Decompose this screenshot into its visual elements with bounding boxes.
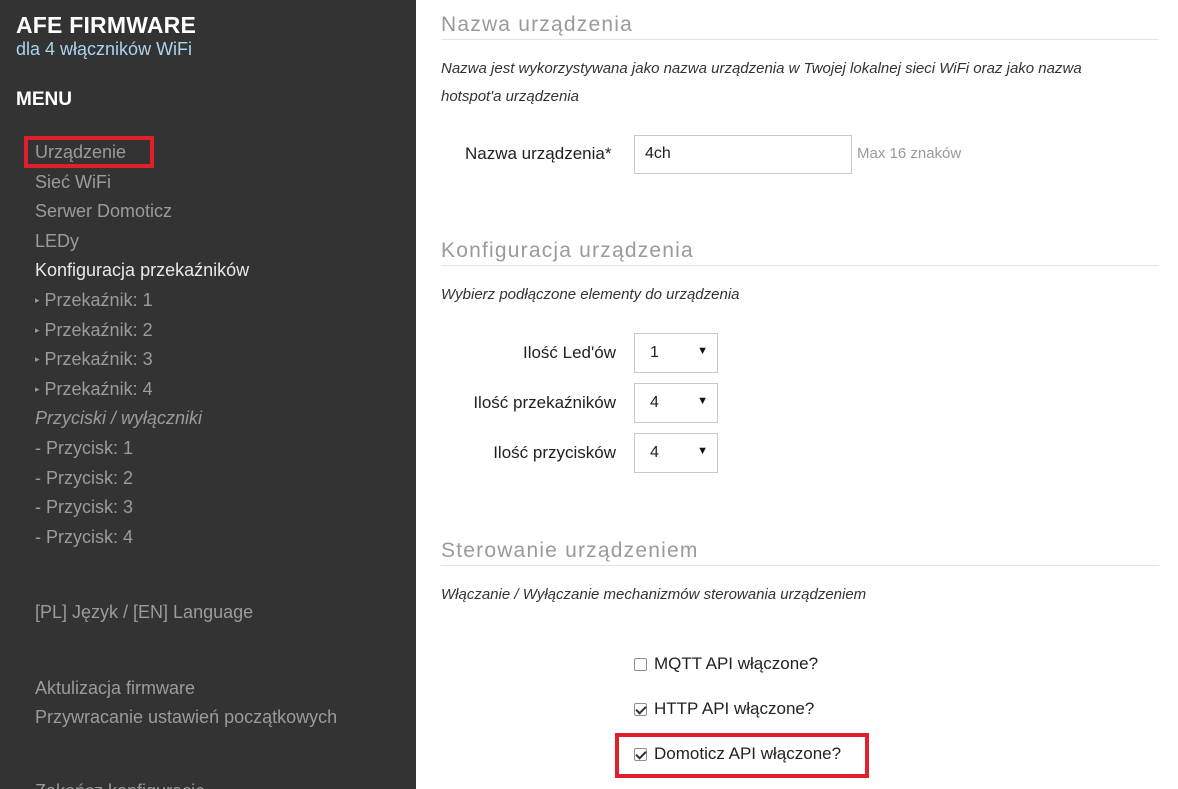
relay-count-select[interactable]: 4 ▼ [634,383,718,423]
http-api-label: HTTP API włączone? [654,699,815,718]
mqtt-api-checkbox[interactable] [634,657,647,671]
led-count-value: 1 [650,344,659,361]
menu-item-firmware-update[interactable]: Aktulizacja firmware [35,678,195,699]
relay-count-value: 4 [650,394,659,411]
menu-item-relay-1[interactable]: ▸ Przekaźnik: 1 [35,290,153,311]
section-description: Włączanie / Wyłączanie mechanizmów stero… [441,586,867,603]
menu-item-label: Przekaźnik: 1 [44,290,153,310]
menu-item-relay-2[interactable]: ▸ Przekaźnik: 2 [35,320,153,341]
caret-right-icon: ▸ [35,384,40,394]
section-description: Wybierz podłączone elementy do urządzeni… [441,286,740,303]
button-count-label: Ilość przycisków [493,443,616,462]
mqtt-api-checkbox-row[interactable]: MQTT API włączone? [634,654,818,674]
dropdown-arrow-icon: ▼ [697,445,708,457]
section-title-device-name: Nazwa urządzenia [441,13,633,36]
device-name-label: Nazwa urządzenia* [465,144,612,163]
menu-item-language[interactable]: [PL] Język / [EN] Language [35,602,253,623]
mqtt-api-label: MQTT API włączone? [654,654,819,673]
menu-header-buttons: Przyciski / wyłączniki [35,408,203,428]
dropdown-arrow-icon: ▼ [697,395,708,407]
menu-item-domoticz-server[interactable]: Serwer Domoticz [35,201,172,222]
relay-count-label: Ilość przekaźników [473,393,616,412]
http-api-checkbox-row[interactable]: HTTP API włączone? [634,699,814,719]
led-count-select[interactable]: 1 ▼ [634,333,718,373]
menu-item-button-1[interactable]: - Przycisk: 1 [35,438,133,459]
menu-item-leds[interactable]: LEDy [35,231,79,252]
menu-item-button-4[interactable]: - Przycisk: 4 [35,527,133,548]
device-name-hint: Max 16 znaków [857,145,962,162]
menu-item-relay-3[interactable]: ▸ Przekaźnik: 3 [35,349,153,370]
menu-item-finish-config[interactable]: Zakończ konfigurację [35,781,205,789]
menu-item-button-3[interactable]: - Przycisk: 3 [35,497,133,518]
section-divider [441,39,1159,40]
menu-header-relays: Konfiguracja przekaźników [35,260,250,280]
section-divider [441,265,1159,266]
section-title-device-control: Sterowanie urządzeniem [441,539,699,562]
caret-right-icon: ▸ [35,325,40,335]
caret-right-icon: ▸ [35,354,40,364]
device-name-input[interactable]: 4ch [634,135,852,174]
button-count-value: 4 [650,444,659,461]
menu-item-relay-4[interactable]: ▸ Przekaźnik: 4 [35,379,153,400]
menu-heading: MENU [16,89,72,110]
menu-item-reset[interactable]: Przywracanie ustawień początkowych [35,707,337,728]
section-divider [441,565,1159,566]
menu-item-label: Przekaźnik: 2 [44,320,153,340]
section-description: Nazwa jest wykorzystywana jako nazwa urz… [441,60,1082,105]
brand-title: AFE FIRMWARE [16,12,196,38]
menu-item-label: Przekaźnik: 3 [44,349,153,369]
main-content: Nazwa urządzenia Nazwa jest wykorzystywa… [416,0,1178,789]
highlight-box-domoticz-api [615,733,869,778]
section-title-device-config: Konfiguracja urządzenia [441,239,694,262]
menu-item-wifi[interactable]: Sieć WiFi [35,172,111,193]
caret-right-icon: ▸ [35,295,40,305]
dropdown-arrow-icon: ▼ [697,345,708,357]
button-count-select[interactable]: 4 ▼ [634,433,718,473]
sidebar: AFE FIRMWARE dla 4 włączników WiFi MENU … [0,0,416,789]
http-api-checkbox[interactable] [634,702,647,716]
highlight-box-device [24,136,154,168]
menu-item-label: Przekaźnik: 4 [44,379,153,399]
led-count-label: Ilość Led'ów [522,343,616,362]
menu-item-button-2[interactable]: - Przycisk: 2 [35,468,133,489]
brand-subtitle: dla 4 włączników WiFi [16,39,193,59]
